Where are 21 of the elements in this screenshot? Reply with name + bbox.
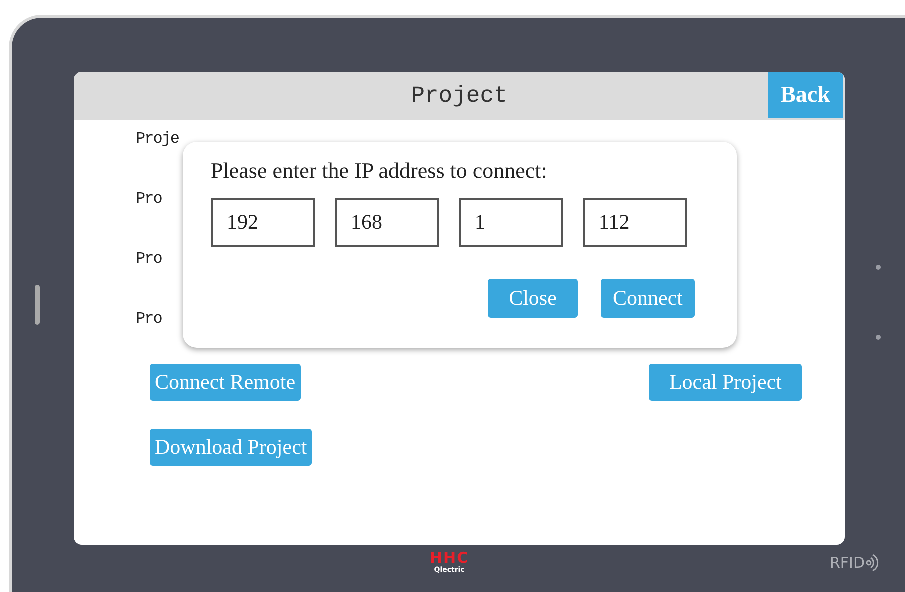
dialog-prompt: Please enter the IP address to connect: bbox=[211, 158, 548, 184]
back-button[interactable]: Back bbox=[768, 72, 843, 118]
page-title: Project bbox=[411, 83, 508, 109]
ip-field[interactable]: 112 bbox=[583, 198, 687, 247]
dialog-button[interactable]: Close bbox=[488, 279, 578, 318]
dialog-button[interactable]: Connect bbox=[601, 279, 695, 318]
logo-text: HHC bbox=[430, 551, 470, 566]
action-button[interactable]: Connect Remote bbox=[150, 364, 301, 401]
ip-field[interactable]: 168 bbox=[335, 198, 439, 247]
sensor-dot bbox=[876, 265, 881, 270]
action-button[interactable]: Download Project bbox=[150, 429, 312, 466]
action-button[interactable]: Local Project bbox=[649, 364, 802, 401]
project-info-text: Proje bbox=[136, 130, 180, 148]
ip-field[interactable]: 1 bbox=[459, 198, 563, 247]
project-info-text: Pro bbox=[136, 190, 162, 208]
project-info-text: Pro bbox=[136, 250, 162, 268]
sensor-dot bbox=[876, 335, 881, 340]
wireless-icon bbox=[865, 552, 879, 572]
ip-field[interactable]: 192 bbox=[211, 198, 315, 247]
rfid-label: RFID bbox=[830, 554, 865, 572]
project-info-text: Pro bbox=[136, 310, 162, 328]
